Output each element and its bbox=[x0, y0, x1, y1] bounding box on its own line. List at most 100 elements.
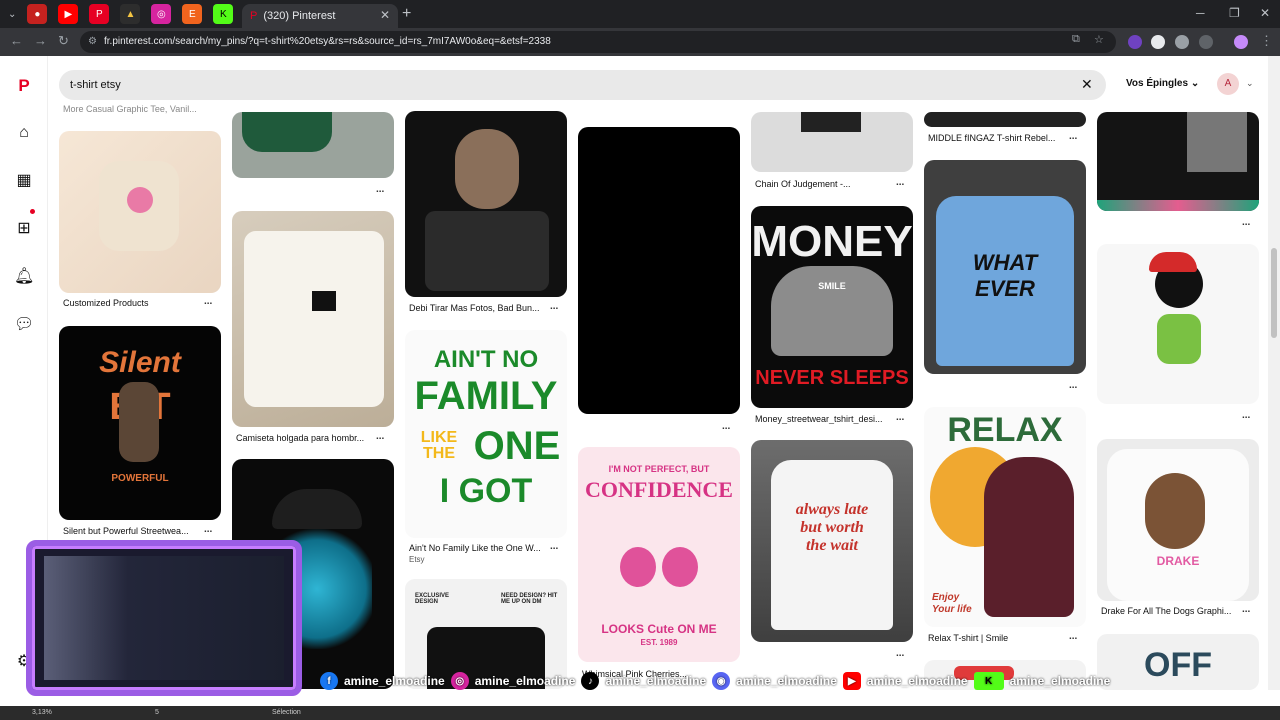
new-tab-button[interactable]: + bbox=[402, 5, 411, 23]
art-text: I'M NOT PERFECT, BUT bbox=[608, 464, 710, 474]
pin-more-icon[interactable]: ... bbox=[1242, 410, 1250, 421]
pin-image-always-late[interactable]: always late but worth the wait bbox=[751, 440, 913, 642]
pin-title[interactable]: Debi Tirar Mas Fotos, Bad Bun... bbox=[409, 303, 549, 313]
pin-image-customized-products[interactable] bbox=[59, 131, 221, 293]
pin-image-black[interactable] bbox=[578, 127, 740, 414]
minimize-icon[interactable]: ─ bbox=[1196, 6, 1205, 20]
messages-icon[interactable]: 💬︎ bbox=[14, 315, 34, 335]
pin-title[interactable]: Chain Of Judgement -... bbox=[755, 179, 895, 189]
logo-graphic bbox=[127, 187, 153, 213]
pin-title[interactable]: Drake For All The Dogs Graphi... bbox=[1101, 606, 1241, 616]
browser-toolbar: ← → ↻ ⚙ fr.pinterest.com/search/my_pins/… bbox=[0, 28, 1280, 56]
extensions-puzzle-icon[interactable] bbox=[1199, 35, 1213, 49]
pin-more-icon[interactable]: ... bbox=[896, 177, 904, 188]
profile-icon[interactable] bbox=[1234, 35, 1248, 49]
art-text: NEVER SLEEPS bbox=[755, 367, 909, 389]
browser-menu-icon[interactable]: ⋮ bbox=[1260, 33, 1273, 49]
art-text: POWERFUL bbox=[111, 473, 169, 484]
pin-title[interactable]: MIDDLE fINGAZ T-shirt Rebel... bbox=[928, 133, 1068, 143]
extension-icon-3[interactable] bbox=[1175, 35, 1189, 49]
close-window-icon[interactable]: ✕ bbox=[1260, 6, 1270, 20]
pin-more-icon[interactable]: ... bbox=[204, 524, 212, 535]
pin-image-green-tee[interactable] bbox=[232, 112, 394, 178]
pin-title[interactable]: Silent but Powerful Streetwea... bbox=[63, 526, 203, 536]
site-info-icon[interactable]: ⚙ bbox=[88, 31, 97, 53]
pinterest-logo-icon[interactable]: P bbox=[14, 76, 34, 96]
tab-favicon-pinterest[interactable]: P bbox=[89, 4, 110, 24]
tab-favicon-etsy[interactable]: E bbox=[182, 4, 203, 24]
scope-dropdown[interactable]: Vos Épingles ⌄ bbox=[1126, 78, 1199, 89]
pin-image-silent-bot[interactable]: Silent B T POWERFUL bbox=[59, 326, 221, 520]
pin-title[interactable]: Camiseta holgada para hombr... bbox=[236, 433, 376, 443]
pin-more-icon[interactable]: ... bbox=[896, 648, 904, 659]
pin-image-mickey[interactable] bbox=[1097, 244, 1259, 404]
skeleton-graphic bbox=[984, 457, 1074, 617]
tab-favicon-4[interactable]: ▲ bbox=[120, 4, 141, 24]
tab-favicon-instagram[interactable]: ◎ bbox=[151, 4, 172, 24]
forward-icon[interactable]: → bbox=[34, 33, 47, 48]
pin-image-relax[interactable]: RELAX Enjoy Your life bbox=[924, 407, 1086, 627]
reload-icon[interactable]: ↻ bbox=[58, 33, 69, 49]
clear-search-icon[interactable]: ✕ bbox=[1081, 76, 1093, 93]
tab-favicon-1[interactable]: ● bbox=[27, 4, 48, 24]
art-text: but worth bbox=[800, 519, 864, 536]
cherry-shape bbox=[620, 547, 656, 587]
pin-image-confidence[interactable]: I'M NOT PERFECT, BUT CONFIDENCE LOOKS Cu… bbox=[578, 447, 740, 662]
tab-search-icon[interactable]: ⌄ bbox=[8, 9, 16, 20]
art-text: NEED DESIGN? HIT ME UP ON DM bbox=[501, 593, 558, 605]
extension-icon-2[interactable] bbox=[1151, 35, 1165, 49]
scrollbar[interactable] bbox=[1268, 56, 1280, 690]
address-bar[interactable]: ⚙ fr.pinterest.com/search/my_pins/?q=t-s… bbox=[80, 31, 1116, 53]
notifications-icon[interactable]: 🔔︎ bbox=[14, 267, 34, 287]
maximize-icon[interactable]: ❐ bbox=[1229, 6, 1240, 20]
pin-more-icon[interactable]: ... bbox=[1242, 604, 1250, 615]
pin-image-drake[interactable]: DRAKE bbox=[1097, 439, 1259, 601]
bookmark-icon[interactable]: ☆ bbox=[1094, 33, 1104, 46]
cap-shape bbox=[272, 489, 362, 529]
tab-pinterest-active[interactable]: P (320) Pinterest ✕ bbox=[242, 4, 398, 28]
pin-title[interactable]: Customized Products bbox=[63, 298, 203, 308]
pin-more-icon[interactable]: ... bbox=[722, 421, 730, 432]
pin-image-dark-tee[interactable] bbox=[1097, 112, 1259, 211]
back-icon[interactable]: ← bbox=[10, 33, 23, 48]
pin-image-money-never-sleeps[interactable]: MONEY SMILE NEVER SLEEPS bbox=[751, 206, 913, 408]
pin-image-chain-of-judgement[interactable] bbox=[751, 112, 913, 172]
tab-close-icon[interactable]: ✕ bbox=[380, 8, 390, 22]
pin-more-icon[interactable]: ... bbox=[204, 296, 212, 307]
pin-more-icon[interactable]: ... bbox=[1069, 131, 1077, 142]
pin-more-icon[interactable]: ... bbox=[376, 184, 384, 195]
pin-image-bad-bunny[interactable] bbox=[405, 111, 567, 297]
pin-more-icon[interactable]: ... bbox=[550, 541, 558, 552]
pin-title[interactable]: More Casual Graphic Tee, Vanil... bbox=[63, 104, 213, 114]
pin-more-icon[interactable]: ... bbox=[1242, 217, 1250, 228]
pin-more-icon[interactable]: ... bbox=[896, 412, 904, 423]
pin-image-middle-fingaz[interactable] bbox=[924, 112, 1086, 127]
pin-image-whatever[interactable]: WHAT EVER bbox=[924, 160, 1086, 374]
search-input[interactable]: t-shirt etsy bbox=[59, 70, 1106, 100]
account-chevron-down-icon[interactable]: ⌄ bbox=[1246, 78, 1254, 89]
social-handle: amine_elmoadine bbox=[866, 674, 968, 688]
pin-image-camiseta[interactable] bbox=[232, 211, 394, 427]
home-icon[interactable]: ⌂ bbox=[14, 123, 34, 143]
pin-more-icon[interactable]: ... bbox=[550, 301, 558, 312]
pin-more-icon[interactable]: ... bbox=[1069, 631, 1077, 642]
pin-more-icon[interactable]: ... bbox=[376, 431, 384, 442]
zoom-level: 3,13% bbox=[32, 709, 52, 716]
pin-title[interactable]: Ain't No Family Like the One W... bbox=[409, 543, 549, 553]
art-text: WHAT bbox=[972, 250, 1038, 275]
art-text: RELAX bbox=[947, 411, 1063, 449]
tab-favicon-youtube[interactable]: ▶ bbox=[58, 4, 79, 24]
pin-title[interactable]: Money_streetwear_tshirt_desi... bbox=[755, 414, 895, 424]
social-handle: amine_elmoadine bbox=[474, 674, 576, 688]
pin-image-aint-no-family[interactable]: AIN'T NO FAMILY LIKE THE ONE I GOT bbox=[405, 330, 567, 538]
scrollbar-thumb[interactable] bbox=[1271, 248, 1277, 338]
create-icon[interactable]: ⊞ bbox=[14, 219, 34, 239]
explore-icon[interactable]: ▦ bbox=[14, 171, 34, 191]
search-query: t-shirt etsy bbox=[70, 79, 121, 91]
install-icon[interactable]: ⧉ bbox=[1072, 33, 1080, 46]
pin-title[interactable]: Relax T-shirt | Smile bbox=[928, 633, 1068, 643]
tab-favicon-kick[interactable]: K bbox=[213, 4, 234, 24]
extension-icon-1[interactable] bbox=[1128, 35, 1142, 49]
pin-more-icon[interactable]: ... bbox=[1069, 380, 1077, 391]
avatar[interactable]: A bbox=[1217, 73, 1239, 95]
